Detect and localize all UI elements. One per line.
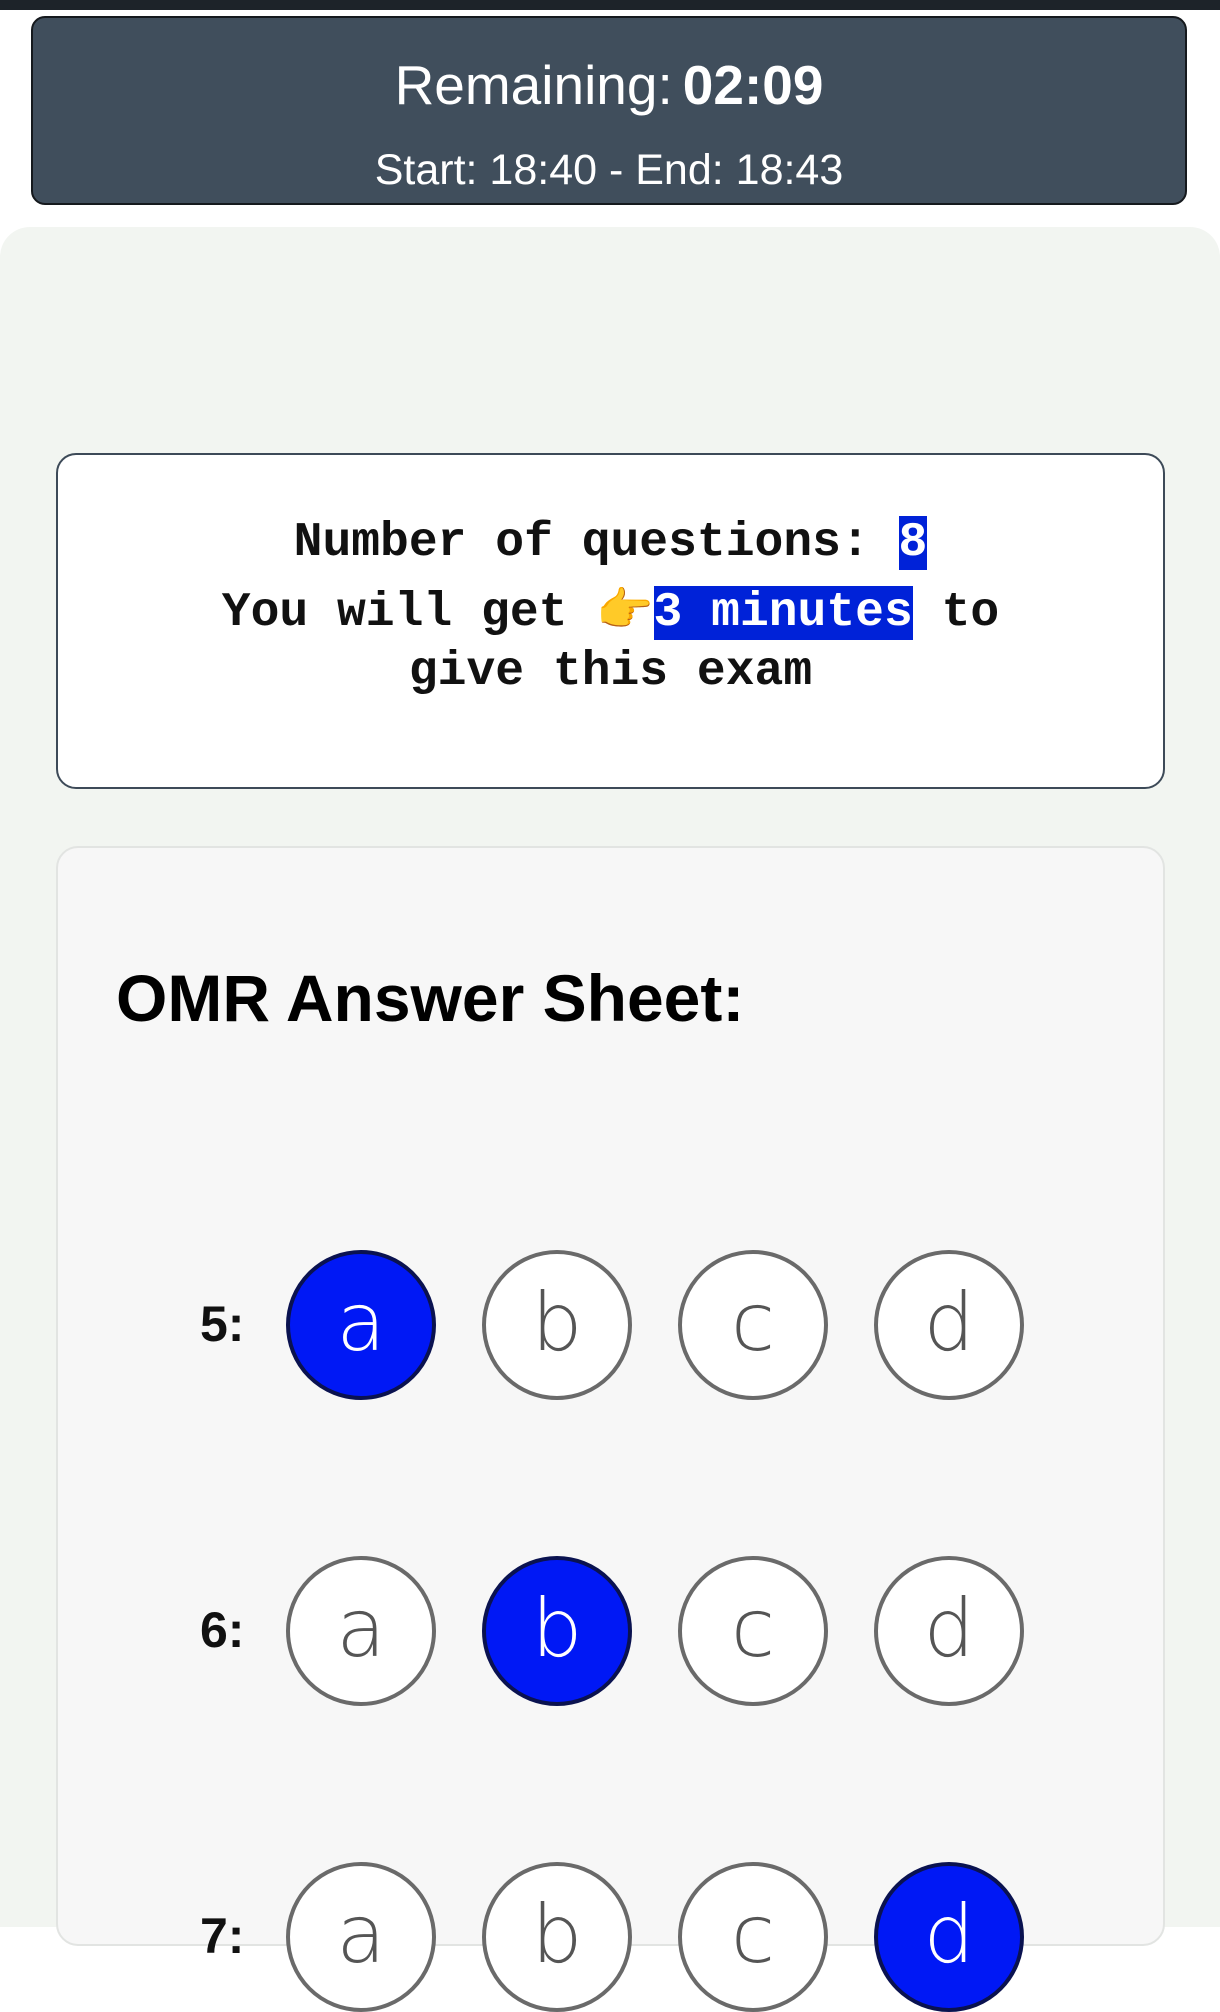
pointing-hand-icon: 👉 (596, 582, 654, 636)
option-bubble-5b[interactable]: b (482, 1250, 632, 1400)
question-row-5: 5: a b c d (58, 1250, 1058, 1400)
question-number: 6: (200, 1602, 245, 1658)
option-bubble-5c[interactable]: c (678, 1250, 828, 1400)
remaining-label: Remaining: (394, 54, 673, 116)
omr-title: OMR Answer Sheet: (116, 961, 745, 1035)
questions-line: Number of questions: 8 (58, 511, 1163, 575)
option-bubble-5d[interactable]: d (874, 1250, 1024, 1400)
timer-panel: Remaining: 02:09 Start: 18:40 - End: 18:4… (31, 16, 1187, 205)
option-bubble-6d[interactable]: d (874, 1556, 1024, 1706)
option-bubble-7d[interactable]: d (874, 1862, 1024, 2012)
remaining-value: 02:09 (682, 54, 824, 116)
duration-line: You will get 👉3 minutes to (58, 577, 1163, 645)
option-bubble-7c[interactable]: c (678, 1862, 828, 2012)
option-bubble-6c[interactable]: c (678, 1556, 828, 1706)
timer-remaining: Remaining: 02:09 (33, 50, 1185, 120)
option-bubble-7a[interactable]: a (286, 1862, 436, 2012)
option-bubble-5a[interactable]: a (286, 1250, 436, 1400)
option-bubble-7b[interactable]: b (482, 1862, 632, 2012)
questions-count: 8 (898, 516, 928, 570)
browser-top-strip (0, 0, 1220, 10)
duration-line-2: give this exam (408, 645, 813, 699)
questions-label: Number of questions: (293, 516, 899, 570)
duration-suffix: to (912, 586, 1000, 640)
duration-value: 3 minutes (653, 586, 913, 640)
duration-prefix: You will get (221, 586, 597, 640)
option-bubble-6a[interactable]: a (286, 1556, 436, 1706)
question-number: 7: (200, 1908, 245, 1964)
exam-time-range: Start: 18:40 - End: 18:43 (374, 146, 844, 194)
question-number: 5: (200, 1296, 245, 1352)
omr-answer-sheet: OMR Answer Sheet: 5: a b c d 6: a b c d … (56, 846, 1165, 2012)
question-row-7: 7: a b c d (58, 1862, 1058, 2012)
option-bubble-6b[interactable]: b (482, 1556, 632, 1706)
question-row-6: 6: a b c d (58, 1556, 1058, 1706)
exam-info-box: Number of questions: 8 You will get 👉3 m… (56, 453, 1165, 789)
